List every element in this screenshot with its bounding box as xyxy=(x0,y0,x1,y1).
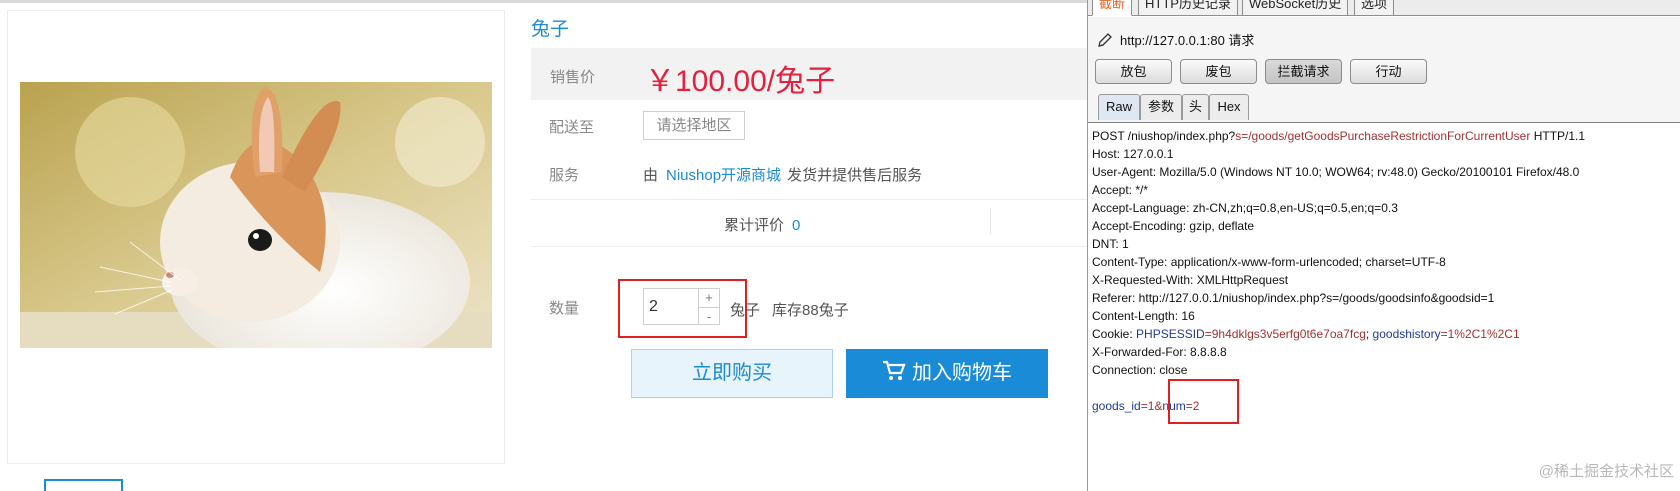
tab-params[interactable]: 参数 xyxy=(1140,94,1182,120)
request-target-url: http://127.0.0.1:80 请求 xyxy=(1120,33,1255,48)
shop-link[interactable]: Niushop开源商城 xyxy=(666,167,781,184)
cookie-key: PHPSESSID xyxy=(1136,327,1205,341)
request-method-path: POST /niushop/index.php? xyxy=(1092,129,1236,143)
cookie-key: goodshistory xyxy=(1372,327,1441,341)
body-value: =1& xyxy=(1140,399,1163,413)
service-prefix: 由 xyxy=(643,167,659,184)
proxy-tab-bar: 截断 HTTP历史记录 WebSocket历史 选项 xyxy=(1088,0,1680,16)
price: ￥100.00/兔子 xyxy=(645,56,835,100)
stock-label: 库存88兔子 xyxy=(772,302,849,319)
quantity-unit: 兔子 库存88兔子 xyxy=(730,299,849,320)
add-to-cart-button[interactable]: 加入购物车 xyxy=(846,349,1048,398)
cookie-separator: ; xyxy=(1365,327,1373,341)
price-label: 销售价 xyxy=(550,69,596,86)
editor-border xyxy=(1088,122,1680,123)
divider-vertical xyxy=(990,208,991,234)
header-referer: Referer: http://127.0.0.1/niushop/index.… xyxy=(1092,291,1495,305)
buy-now-button[interactable]: 立即购买 xyxy=(631,349,833,398)
service-suffix: 发货并提供售后服务 xyxy=(787,167,923,184)
intercept-toggle-button[interactable]: 拦截请求 xyxy=(1265,59,1342,84)
body-key: goods_id xyxy=(1092,399,1141,413)
tab-hex[interactable]: Hex xyxy=(1209,94,1249,120)
request-line: POST /niushop/index.php?s=/goods/getGood… xyxy=(1092,127,1678,145)
price-unit: /兔子 xyxy=(766,65,836,98)
action-button[interactable]: 行动 xyxy=(1350,59,1427,84)
watermark: @稀土掘金技术社区 xyxy=(1538,463,1674,480)
divider xyxy=(531,246,1087,247)
request-target: http://127.0.0.1:80 请求 xyxy=(1096,30,1254,49)
header-content-type: Content-Type: application/x-www-form-url… xyxy=(1092,255,1446,269)
product-page: 兔子 销售价 ￥100.00/兔子 配送至 请选择地区 服务 由 Niushop开… xyxy=(0,0,1087,491)
add-to-cart-label: 加入购物车 xyxy=(912,362,1012,384)
service-label: 服务 xyxy=(549,167,580,184)
product-title: 兔子 xyxy=(531,19,570,40)
header-accept-language: Accept-Language: zh-CN,zh;q=0.8,en-US;q=… xyxy=(1092,201,1398,215)
tab-raw[interactable]: Raw xyxy=(1098,94,1140,120)
request-param-value: =/goods/getGoodsPurchaseRestrictionForCu… xyxy=(1241,129,1531,143)
pencil-icon xyxy=(1098,33,1112,47)
review-count[interactable]: 0 xyxy=(792,217,800,234)
forward-button[interactable]: 放包 xyxy=(1095,59,1172,84)
ship-label: 配送至 xyxy=(549,119,595,136)
header-content-length: Content-Length: 16 xyxy=(1092,309,1195,323)
service-text: 由 Niushop开源商城 发货并提供售后服务 xyxy=(643,164,922,185)
highlight-box-quantity xyxy=(618,279,747,338)
header-accept-encoding: Accept-Encoding: gzip, deflate xyxy=(1092,219,1255,233)
cart-icon xyxy=(883,360,906,380)
product-image xyxy=(20,82,492,348)
header-connection: Connection: close xyxy=(1092,363,1188,377)
cookie-value: =1%2C1%2C1 xyxy=(1440,327,1520,341)
highlight-box-num xyxy=(1168,379,1239,424)
cookie-value: =9h4dklgs3v5erfg0t6e7oa7fcg xyxy=(1204,327,1366,341)
cookie-prefix: Cookie: xyxy=(1092,327,1137,341)
request-version: HTTP/1.1 xyxy=(1530,129,1586,143)
price-box: 销售价 ￥100.00/兔子 xyxy=(531,48,1087,100)
tab-intercept[interactable]: 截断 xyxy=(1092,0,1133,16)
header-user-agent: User-Agent: Mozilla/5.0 (Windows NT 10.0… xyxy=(1092,165,1580,179)
region-select[interactable]: 请选择地区 xyxy=(643,111,745,140)
intercept-header: http://127.0.0.1:80 请求 放包 废包 拦截请求 行动 Raw… xyxy=(1088,17,1680,123)
header-cookie: Cookie: PHPSESSID=9h4dklgs3v5erfg0t6e7oa… xyxy=(1092,325,1678,343)
price-value: ￥100.00 xyxy=(645,65,767,98)
tab-websocket-history[interactable]: WebSocket历史 xyxy=(1242,0,1349,16)
raw-request-editor[interactable]: POST /niushop/index.php?s=/goods/getGood… xyxy=(1092,127,1678,415)
header-x-requested-with: X-Requested-With: XMLHttpRequest xyxy=(1092,273,1289,287)
header-accept: Accept: */* xyxy=(1092,183,1149,197)
thumbnail-selected[interactable] xyxy=(44,479,123,491)
page-top-border xyxy=(0,0,1087,3)
tab-options[interactable]: 选项 xyxy=(1354,0,1395,16)
review-label: 累计评价 xyxy=(724,217,785,234)
review-summary: 累计评价 0 xyxy=(724,214,800,235)
tab-http-history[interactable]: HTTP历史记录 xyxy=(1138,0,1238,16)
header-host: Host: 127.0.0.1 xyxy=(1092,147,1174,161)
drop-button[interactable]: 废包 xyxy=(1180,59,1257,84)
header-dnt: DNT: 1 xyxy=(1092,237,1129,251)
header-x-forwarded-for: X-Forwarded-For: 8.8.8.8 xyxy=(1092,345,1227,359)
proxy-panel: 截断 HTTP历史记录 WebSocket历史 选项 http://127.0.… xyxy=(1087,0,1680,491)
divider xyxy=(531,199,1087,200)
quantity-label: 数量 xyxy=(549,300,580,317)
tab-headers[interactable]: 头 xyxy=(1182,94,1209,120)
